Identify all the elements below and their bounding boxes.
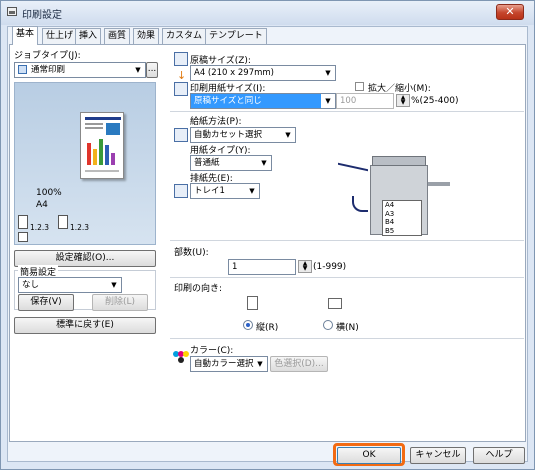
job-type-label: ジョブタイプ(J):	[14, 51, 81, 61]
job-type-select[interactable]: 通常印刷 ▼	[14, 62, 146, 78]
help-button[interactable]: ヘルプ	[473, 447, 525, 464]
chevron-down-icon: ▼	[249, 187, 255, 195]
zoom-spinner[interactable]: ▲ ▼	[396, 94, 410, 107]
divider	[170, 338, 524, 339]
preview-text-line	[85, 170, 119, 172]
preview-bar	[105, 145, 109, 165]
paper-source-select[interactable]: 自動カセット選択 ▼	[190, 127, 296, 143]
yellow-dot	[183, 351, 189, 357]
print-size-select[interactable]: 原稿サイズと同じ ▼	[190, 93, 336, 109]
landscape-icon	[328, 298, 342, 309]
preview-bar	[111, 153, 115, 165]
tray-size-list: A4 A3 B4 B5	[382, 200, 422, 236]
portrait-icon	[247, 296, 258, 310]
copies-label: 部数(U):	[174, 248, 209, 258]
preview-paper-size: A4	[36, 200, 48, 210]
document-icon	[18, 65, 27, 74]
original-size-icon	[174, 52, 188, 66]
preview-bar	[87, 143, 91, 165]
original-size-select[interactable]: A4 (210 x 297mm) ▼	[190, 65, 336, 81]
preview-page-order-b: 1.2.3	[70, 223, 90, 232]
printer-scanner-lid	[372, 156, 426, 166]
tray-size: A3	[385, 209, 395, 218]
tab-basic[interactable]: 基本	[12, 26, 39, 45]
preview-text-line	[85, 123, 103, 125]
landscape-label: 横(N)	[336, 323, 359, 333]
portrait-radio[interactable]	[243, 320, 253, 330]
preview-text-line	[85, 127, 103, 129]
save-preset-button[interactable]: 保存(V)	[18, 294, 74, 311]
job-type-details-button[interactable]: ...	[146, 62, 158, 78]
window-title: 印刷設定	[22, 10, 62, 21]
tab-custom[interactable]: カスタム	[162, 28, 207, 44]
print-size-icon	[174, 82, 188, 96]
copies-spinner[interactable]: ▲ ▼	[298, 260, 312, 273]
black-dot	[178, 357, 184, 363]
easy-setting-select[interactable]: なし ▼	[18, 277, 122, 293]
tray-size: A4	[385, 201, 395, 209]
preview-heading-bar	[85, 117, 121, 120]
chevron-down-icon: ▼	[261, 159, 267, 167]
cancel-button[interactable]: キャンセル	[410, 447, 466, 464]
divider	[170, 277, 524, 278]
chevron-down-icon: ▼	[111, 281, 117, 289]
output-tray-select[interactable]: トレイ1 ▼	[190, 183, 260, 199]
orientation-label: 印刷の向き:	[174, 284, 223, 294]
chevron-down-icon: ▼	[285, 131, 291, 139]
printer-output-tray	[428, 182, 450, 186]
preview-page-order-a: 1.2.3	[30, 223, 50, 232]
color-label: カラー(C):	[190, 346, 234, 356]
paper-source-label: 給紙方法(P):	[190, 117, 242, 127]
preview-page	[80, 112, 124, 179]
reset-defaults-button[interactable]: 標準に戻す(E)	[14, 317, 156, 334]
zoom-range: %(25-400)	[411, 96, 459, 106]
staple-icon	[18, 232, 28, 242]
color-mode-icon	[173, 351, 189, 365]
portrait-label: 縦(R)	[256, 323, 279, 333]
copies-input[interactable]: 1	[228, 259, 296, 275]
divider	[170, 240, 524, 241]
tab-insert[interactable]: 挿入	[75, 28, 102, 44]
title-bar[interactable]	[1, 1, 534, 25]
zoom-input[interactable]: 100	[336, 93, 394, 109]
page-stack-icon	[18, 215, 28, 229]
divider	[170, 111, 524, 112]
arrow-down-icon: ↓	[177, 69, 187, 82]
tab-effects[interactable]: 効果	[133, 28, 160, 44]
close-button[interactable]: ✕	[496, 4, 524, 20]
chevron-down-icon: ▼	[257, 360, 263, 368]
tray-size: B5	[385, 226, 395, 235]
chevron-down-icon: ▼	[325, 69, 331, 77]
preview-zoom: 100%	[36, 188, 62, 198]
copies-range: (1-999)	[313, 262, 347, 272]
ok-button[interactable]: OK	[337, 447, 401, 464]
delete-preset-button[interactable]: 削除(L)	[92, 294, 148, 311]
page-stack-icon	[58, 215, 68, 229]
tab-template[interactable]: テンプレート	[205, 28, 267, 44]
preview-bar	[93, 149, 97, 165]
color-mode-select[interactable]: 自動カラー選択 ▼	[190, 356, 268, 372]
paper-source-icon	[174, 128, 188, 142]
zoom-checkbox[interactable]	[355, 82, 364, 91]
preview-image-block	[106, 123, 120, 135]
chevron-down-icon: ▼	[321, 94, 335, 108]
tray-size: B4	[385, 218, 395, 226]
tab-finishing[interactable]: 仕上げ	[42, 28, 78, 44]
chevron-down-icon: ▼	[135, 66, 141, 74]
output-tray-icon	[174, 184, 188, 198]
tab-image-quality[interactable]: 画質	[104, 28, 131, 44]
color-select-button[interactable]: 色選択(D)...	[270, 356, 328, 372]
landscape-radio[interactable]	[323, 320, 333, 330]
paper-type-select[interactable]: 普通紙 ▼	[190, 155, 272, 171]
preview-bar	[99, 139, 103, 165]
printer-icon	[7, 7, 17, 16]
